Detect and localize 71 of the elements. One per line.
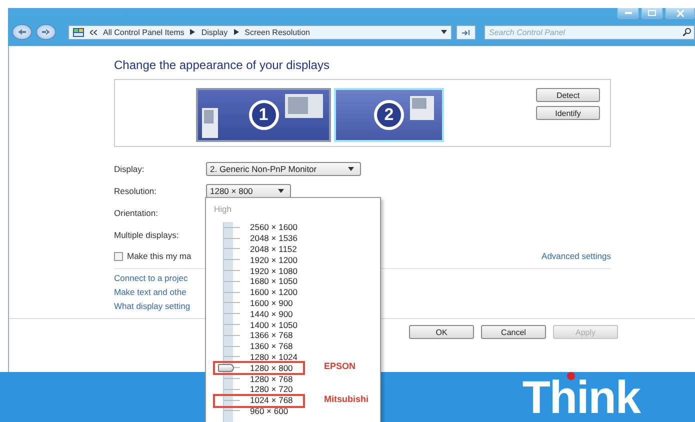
monitor-number: 1: [248, 100, 278, 130]
setting-label: Multiple displays:: [114, 230, 180, 240]
control-panel-icon: [73, 28, 84, 36]
dialog-button[interactable]: Cancel: [481, 325, 546, 339]
window-thumbnail-icon: [410, 96, 434, 120]
resolution-option[interactable]: 1024 × 768: [250, 395, 293, 406]
slider-thumb[interactable]: [218, 364, 234, 372]
setting-dropdown[interactable]: 1280 × 800: [206, 184, 291, 198]
monitor-action-button[interactable]: Identify: [536, 106, 600, 120]
slider-high-label: High: [214, 204, 232, 216]
window-thumbnail-icon: [285, 94, 323, 118]
refresh-button[interactable]: [456, 24, 476, 40]
forward-button[interactable]: [36, 24, 56, 40]
resolution-option[interactable]: 2048 × 1152: [250, 244, 297, 254]
address-bar[interactable]: All Control Panel Items Display Screen Resolution: [68, 24, 452, 40]
maximize-button[interactable]: [641, 8, 663, 19]
setting-label: Display:: [114, 164, 146, 174]
help-link[interactable]: Make text and othe: [114, 287, 186, 297]
dropdown-caret-icon: [278, 189, 284, 193]
resolution-option[interactable]: 1280 × 1024: [250, 352, 298, 362]
checkbox-label: Make this my ma: [127, 251, 192, 261]
monitor-number: 2: [374, 100, 404, 130]
dialog-button[interactable]: OK: [409, 325, 474, 339]
close-icon: [676, 10, 684, 16]
close-button[interactable]: [665, 8, 695, 19]
setting-dropdown[interactable]: 2. Generic Non-PnP Monitor: [206, 162, 361, 176]
advanced-settings-link[interactable]: Advanced settings: [542, 251, 611, 261]
resolution-option[interactable]: 1600 × 1200: [250, 287, 298, 298]
setting-label: Resolution:: [114, 186, 158, 196]
search-icon: [683, 28, 691, 36]
checkbox[interactable]: [114, 252, 123, 260]
setting-label: Orientation:: [114, 208, 159, 218]
breadcrumb-item[interactable]: All Control Panel Items: [103, 28, 184, 36]
resolution-option[interactable]: 1600 × 900: [250, 298, 293, 308]
back-button[interactable]: [12, 24, 32, 40]
double-chevron-icon: [90, 30, 97, 34]
monitor-tile[interactable]: 2: [334, 88, 444, 142]
resolution-option[interactable]: 1920 × 1200: [250, 254, 298, 265]
resolution-option[interactable]: 960 × 600: [250, 406, 288, 416]
annotation-label: Mitsubishi: [324, 394, 368, 404]
maximize-icon: [648, 10, 656, 16]
breadcrumb-item[interactable]: Display: [201, 28, 228, 36]
forward-arrow-icon: [42, 29, 50, 35]
minimize-icon: [624, 12, 632, 14]
dropdown-caret-icon: [348, 167, 354, 171]
search-field[interactable]: Search Control Panel: [484, 24, 695, 40]
resolution-option[interactable]: 1920 × 1080: [250, 266, 298, 276]
breadcrumb-item[interactable]: Screen Resolution: [244, 28, 310, 36]
resolution-option[interactable]: 1680 × 1050: [250, 276, 298, 286]
resolution-option[interactable]: 2560 × 1600: [250, 222, 298, 232]
resolution-option[interactable]: 1400 × 1050: [250, 320, 298, 330]
separator-arrow-icon: [234, 29, 239, 35]
resolution-option[interactable]: 1440 × 900: [250, 308, 293, 319]
resolution-option[interactable]: 1360 × 768: [250, 341, 293, 352]
resolution-option[interactable]: 1280 × 800: [250, 362, 293, 373]
monitor-action-button[interactable]: Detect: [536, 88, 600, 102]
page-heading: Change the appearance of your displays: [114, 58, 330, 74]
resolution-option[interactable]: 1366 × 768: [250, 330, 293, 340]
back-arrow-icon: [18, 29, 26, 35]
dropdown-caret-icon: [441, 30, 447, 34]
window-thumbnail-icon: [202, 108, 218, 138]
resolution-option[interactable]: 1280 × 720: [250, 384, 293, 394]
separator-arrow-icon: [190, 29, 196, 35]
wallpaper-logo: Think: [522, 374, 640, 422]
resolution-option[interactable]: 1280 × 768: [250, 374, 293, 384]
monitor-tile[interactable]: 1: [196, 88, 331, 142]
help-link[interactable]: Connect to a projec: [114, 273, 188, 283]
minimize-button[interactable]: [617, 8, 639, 19]
annotation-label: EPSON: [324, 361, 356, 372]
resolution-option[interactable]: 2048 × 1536: [250, 233, 298, 244]
help-link[interactable]: What display setting: [114, 301, 190, 311]
